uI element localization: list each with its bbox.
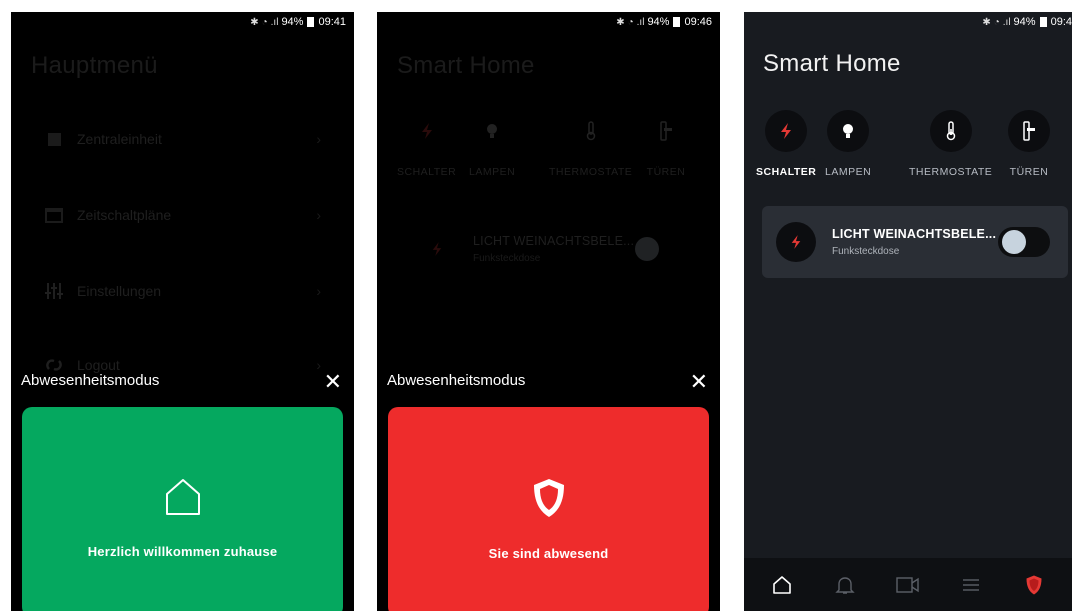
category-label: TÜREN xyxy=(1009,166,1049,178)
calendar-icon xyxy=(45,206,63,224)
video-icon[interactable] xyxy=(888,565,928,605)
device-toggle[interactable] xyxy=(635,234,659,264)
chevron-right-icon: › xyxy=(316,357,321,373)
thermometer-icon xyxy=(570,110,612,152)
category-label: THERMOSTATE xyxy=(909,166,993,178)
category-label: THERMOSTATE xyxy=(549,166,633,178)
door-handle-icon xyxy=(1008,110,1050,152)
sliders-icon xyxy=(45,282,63,300)
status-bar: ✱ ◔ .ıl 94% 09:41 xyxy=(11,12,354,32)
wifi-icon: ◔ xyxy=(261,16,268,28)
device-name: LICHT WEINACHTSBELE... xyxy=(473,234,635,248)
category-label: LAMPEN xyxy=(825,166,872,178)
menu-item-zeitschaltplaene[interactable]: Zeitschaltpläne › xyxy=(45,202,321,228)
bluetooth-icon: ✱ xyxy=(982,16,991,28)
page-title: Hauptmenü xyxy=(31,52,158,79)
chevron-right-icon: › xyxy=(316,207,321,223)
home-icon[interactable] xyxy=(762,565,802,605)
menu-item-label: Logout xyxy=(77,357,120,373)
category-label: LAMPEN xyxy=(469,166,516,178)
menu-item-label: Einstellungen xyxy=(77,283,162,299)
category-thermostate[interactable]: THERMOSTATE xyxy=(909,110,992,178)
home-mode-card[interactable]: Herzlich willkommen zuhause xyxy=(22,407,343,611)
device-toggle[interactable] xyxy=(998,227,1050,257)
bell-icon[interactable] xyxy=(825,565,865,605)
chevron-right-icon: › xyxy=(316,131,321,147)
home-outline-icon xyxy=(164,477,202,522)
away-mode-card[interactable]: Sie sind abwesend xyxy=(388,407,709,611)
category-schalter[interactable]: SCHALTER xyxy=(756,110,816,178)
battery-icon xyxy=(1039,17,1047,27)
clock: 09:46 xyxy=(684,16,712,28)
device-card[interactable]: LICHT WEINACHTSBELE... Funksteckdose xyxy=(417,219,677,279)
lightning-icon xyxy=(406,110,448,152)
menu-item-zentraleinheit[interactable]: Zentraleinheit › xyxy=(45,126,321,152)
device-name: LICHT WEINACHTSBELE... xyxy=(832,227,997,241)
page-title: Smart Home xyxy=(763,50,901,77)
wifi-icon: ◔ xyxy=(627,16,634,28)
lightning-icon xyxy=(765,110,808,152)
thermometer-icon xyxy=(929,110,972,152)
menu-icon[interactable] xyxy=(951,565,991,605)
sheet-title: Abwesenheitsmodus xyxy=(387,372,526,389)
category-schalter[interactable]: SCHALTER xyxy=(397,110,456,178)
category-tueren[interactable]: TÜREN xyxy=(1008,110,1050,178)
category-thermostate[interactable]: THERMOSTATE xyxy=(549,110,632,178)
battery-level: 94% xyxy=(1013,16,1036,28)
menu-item-einstellungen[interactable]: Einstellungen › xyxy=(45,278,321,304)
door-handle-icon xyxy=(645,110,687,152)
signal-icon: .ıl xyxy=(270,16,279,28)
close-icon[interactable]: ✕ xyxy=(690,369,708,395)
device-type: Funksteckdose xyxy=(832,246,900,257)
category-tueren[interactable]: TÜREN xyxy=(645,110,687,178)
lightning-icon xyxy=(417,229,457,269)
category-lampen[interactable]: LAMPEN xyxy=(825,110,871,178)
category-lampen[interactable]: LAMPEN xyxy=(469,110,515,178)
mode-label: Herzlich willkommen zuhause xyxy=(87,544,278,559)
bottom-nav xyxy=(744,558,1072,611)
battery-level: 94% xyxy=(281,16,304,28)
battery-level: 94% xyxy=(647,16,670,28)
category-label: SCHALTER xyxy=(397,166,457,178)
bulb-icon xyxy=(827,110,870,152)
signal-icon: .ıl xyxy=(636,16,645,28)
screen-main-menu-away-sheet: ✱ ◔ .ıl 94% 09:41 Hauptmenü Zentraleinhe… xyxy=(11,12,354,611)
page-title: Smart Home xyxy=(397,52,535,79)
square-icon xyxy=(45,130,63,148)
signal-icon: .ıl xyxy=(1002,16,1011,28)
close-icon[interactable]: ✕ xyxy=(324,369,342,395)
clock: 09:41 xyxy=(318,16,346,28)
wifi-icon: ◔ xyxy=(993,16,1000,28)
lightning-icon xyxy=(776,222,816,262)
bluetooth-icon: ✱ xyxy=(616,16,625,28)
bluetooth-icon: ✱ xyxy=(250,16,259,28)
shield-icon xyxy=(531,477,567,524)
screen-smart-home-away-sheet: ✱ ◔ .ıl 94% 09:46 Smart Home SCHALTER LA… xyxy=(377,12,720,611)
toggle-knob xyxy=(1002,230,1026,254)
device-card[interactable]: LICHT WEINACHTSBELE... Funksteckdose xyxy=(762,206,1068,278)
screen-smart-home: ✱ ◔ .ıl 94% 09:4 Smart Home SCHALTER LAM… xyxy=(744,12,1072,611)
menu-item-label: Zeitschaltpläne xyxy=(77,207,172,223)
mode-label: Sie sind abwesend xyxy=(488,546,609,561)
status-bar: ✱ ◔ .ıl 94% 09:4 xyxy=(744,12,1072,32)
sheet-title: Abwesenheitsmodus xyxy=(21,372,160,389)
status-bar: ✱ ◔ .ıl 94% 09:46 xyxy=(377,12,720,32)
menu-item-label: Zentraleinheit xyxy=(77,131,162,147)
device-type: Funksteckdose xyxy=(473,253,541,264)
toggle-knob xyxy=(635,237,659,261)
chevron-right-icon: › xyxy=(316,283,321,299)
category-label: SCHALTER xyxy=(756,166,817,178)
bulb-icon xyxy=(471,110,513,152)
category-label: TÜREN xyxy=(646,166,686,178)
clock: 09:4 xyxy=(1050,16,1072,28)
battery-icon xyxy=(307,17,315,27)
shield-icon[interactable] xyxy=(1014,565,1054,605)
battery-icon xyxy=(673,17,681,27)
